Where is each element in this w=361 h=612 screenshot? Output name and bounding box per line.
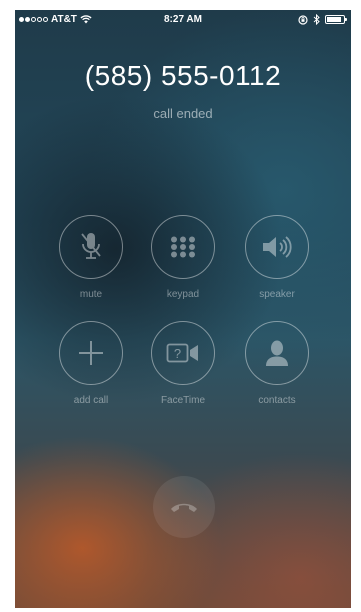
keypad-icon — [171, 236, 195, 258]
facetime-icon: ? — [166, 343, 198, 363]
keypad-label: keypad — [166, 289, 200, 300]
mic-off-icon — [81, 233, 101, 259]
call-screen: AT&T 8:27 AM (585) 555-0112 call ended m… — [15, 10, 351, 608]
facetime-button[interactable]: ? FaceTime — [149, 321, 217, 406]
svg-text:?: ? — [174, 346, 181, 361]
orientation-lock-icon — [298, 14, 308, 25]
bluetooth-icon — [313, 14, 320, 25]
contacts-label: contacts — [258, 395, 296, 406]
mute-label: mute — [79, 289, 103, 300]
add-call-button[interactable]: add call — [57, 321, 125, 406]
end-call-icon — [171, 503, 197, 512]
mute-button[interactable]: mute — [57, 215, 125, 300]
speaker-icon — [263, 236, 292, 258]
status-bar-right — [298, 14, 347, 25]
call-status: call ended — [153, 106, 213, 121]
end-call-button[interactable] — [153, 476, 215, 538]
facetime-label: FaceTime — [160, 395, 206, 406]
phone-frame: AT&T 8:27 AM (585) 555-0112 call ended m… — [15, 10, 351, 608]
speaker-label: speaker — [259, 289, 295, 300]
keypad-button[interactable]: keypad — [149, 215, 217, 300]
add-call-label: add call — [73, 395, 109, 406]
phone-number: (585) 555-0112 — [84, 60, 282, 91]
plus-icon — [79, 341, 103, 365]
speaker-button[interactable]: speaker — [243, 215, 311, 300]
status-bar: AT&T 8:27 AM — [15, 10, 351, 30]
battery-icon — [325, 15, 347, 24]
contacts-icon — [266, 340, 288, 366]
contacts-button[interactable]: contacts — [243, 321, 311, 406]
